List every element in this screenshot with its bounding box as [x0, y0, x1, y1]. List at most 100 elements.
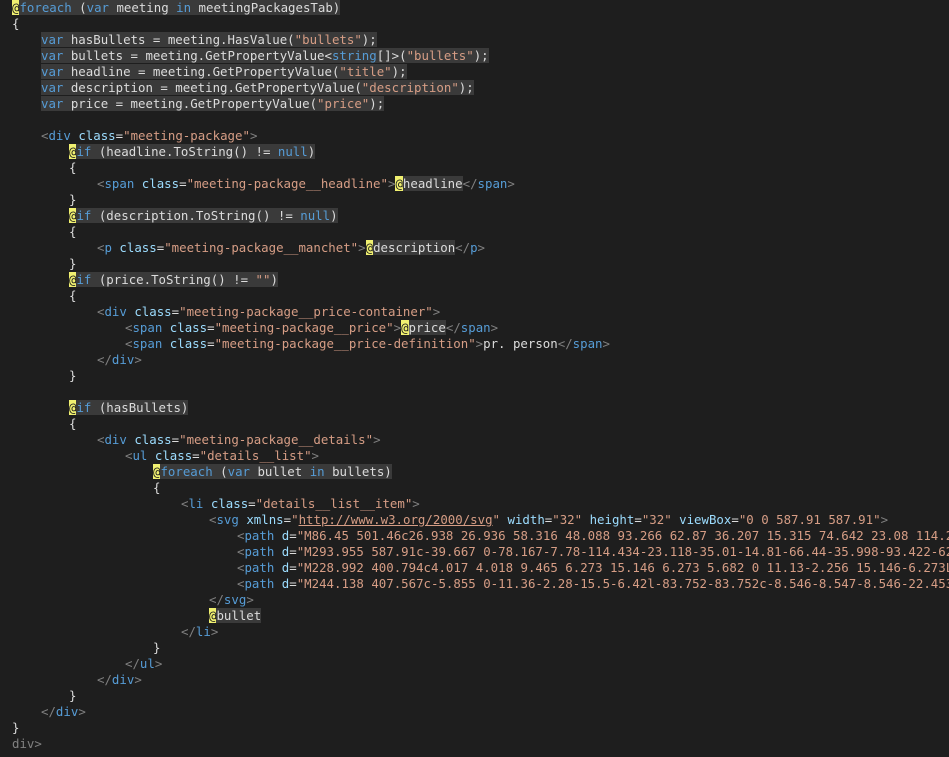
code-line[interactable]: }: [69, 192, 76, 208]
code-token: class: [134, 432, 172, 447]
code-line[interactable]: {: [69, 416, 76, 432]
code-token: =: [248, 496, 256, 511]
code-token: "meeting-package__price-definition": [214, 336, 476, 351]
code-token: "meeting-package__headline": [186, 176, 388, 191]
code-token: div: [104, 304, 127, 319]
code-token: span: [460, 320, 491, 335]
code-token: "meeting-package__manchet": [164, 240, 359, 255]
code-token: path: [244, 544, 275, 559]
code-token: =: [731, 512, 739, 527]
code-token: >: [249, 128, 258, 143]
code-line[interactable]: <path d="M86.45 501.46c26.938 26.936 58.…: [237, 528, 949, 544]
code-token: >: [373, 432, 381, 447]
code-line[interactable]: <span class="meeting-package__price">@pr…: [125, 320, 498, 336]
code-token: "bullets": [406, 48, 474, 63]
code-token: headline: [402, 176, 463, 191]
code-line[interactable]: <div class="meeting-package">: [41, 128, 257, 144]
code-line[interactable]: @if (hasBullets): [69, 400, 189, 416]
code-token: =: [289, 576, 297, 591]
code-token: {: [69, 288, 77, 303]
code-line[interactable]: </div>: [97, 352, 142, 368]
code-token: "M293.955 587.91c-39.667 0-78.167-7.78-1…: [296, 544, 949, 559]
code-line[interactable]: }: [69, 368, 76, 384]
code-line[interactable]: </ul>: [125, 656, 162, 672]
code-token: >: [134, 672, 142, 687]
code-token: li: [195, 624, 211, 639]
code-line[interactable]: var description = meeting.GetPropertyVal…: [41, 80, 474, 96]
code-editor[interactable]: @foreach (var meeting in meetingPackages…: [0, 0, 949, 757]
code-token: }: [69, 688, 77, 703]
code-line[interactable]: @bullet: [209, 608, 262, 624]
code-line[interactable]: div>: [12, 736, 42, 752]
code-token: span: [132, 336, 163, 351]
code-token: "": [255, 272, 271, 287]
code-token: (price.ToString() !=: [91, 272, 256, 287]
code-line[interactable]: {: [69, 160, 76, 176]
code-token: viewBox: [679, 512, 732, 527]
code-token: );: [361, 32, 377, 47]
code-line[interactable]: var price = meeting.GetPropertyValue("pr…: [41, 96, 385, 112]
code-line[interactable]: <p class="meeting-package__manchet">@des…: [97, 240, 485, 256]
code-token: []>(: [376, 48, 407, 63]
code-line[interactable]: </div>: [41, 704, 86, 720]
code-line[interactable]: {: [12, 16, 19, 32]
code-line[interactable]: @if (headline.ToString() != null): [69, 144, 316, 160]
code-line[interactable]: }: [69, 256, 76, 272]
code-line[interactable]: <div class="meeting-package__details">: [97, 432, 381, 448]
code-line[interactable]: @if (description.ToString() != null): [69, 208, 338, 224]
code-line[interactable]: @foreach (var meeting in meetingPackages…: [12, 0, 341, 16]
code-line[interactable]: {: [69, 224, 76, 240]
code-token: null: [277, 144, 308, 159]
code-line[interactable]: </svg>: [209, 592, 254, 608]
code-line[interactable]: var hasBullets = meeting.HasValue("bulle…: [41, 32, 377, 48]
code-token: >: [412, 496, 420, 511]
code-line[interactable]: <path d="M293.955 587.91c-39.667 0-78.16…: [237, 544, 949, 560]
code-line[interactable]: @if (price.ToString() != ""): [69, 272, 278, 288]
code-token: var: [41, 32, 64, 47]
code-line[interactable]: <span class="meeting-package__headline">…: [97, 176, 515, 192]
code-line[interactable]: @foreach (var bullet in bullets): [153, 464, 392, 480]
code-line[interactable]: }: [153, 640, 160, 656]
code-line[interactable]: <path d="M228.992 400.794c4.017 4.018 9.…: [237, 560, 949, 576]
code-line[interactable]: var bullets = meeting.GetPropertyValue<s…: [41, 48, 489, 64]
code-token: "M86.45 501.46c26.938 26.936 58.316 48.0…: [296, 528, 949, 543]
code-token: div: [48, 128, 71, 143]
code-line[interactable]: <svg xmlns="http://www.w3.org/2000/svg" …: [209, 512, 888, 528]
code-token: "meeting-package__details": [179, 432, 374, 447]
code-token: =: [289, 544, 297, 559]
code-line[interactable]: <div class="meeting-package__price-conta…: [97, 304, 440, 320]
code-token: >: [490, 320, 499, 335]
code-token: path: [244, 560, 275, 575]
code-token: description = meeting.GetPropertyValue(: [63, 80, 362, 95]
code-token: =: [634, 512, 642, 527]
code-line[interactable]: }: [12, 720, 19, 736]
code-line[interactable]: <path d="M244.138 407.567c-5.855 0-11.36…: [237, 576, 949, 592]
code-token: bullets): [324, 464, 392, 479]
code-line[interactable]: {: [153, 480, 160, 496]
code-token: string: [331, 48, 377, 63]
code-line[interactable]: <li class="details__list__item">: [181, 496, 420, 512]
code-token: bullets = meeting.GetPropertyValue<: [63, 48, 332, 63]
code-token: var: [41, 64, 64, 79]
code-line[interactable]: </div>: [97, 672, 142, 688]
code-line[interactable]: {: [69, 288, 76, 304]
code-token: </: [209, 592, 224, 607]
code-token: </: [41, 704, 56, 719]
code-line[interactable]: }: [69, 688, 76, 704]
code-token: =: [207, 320, 215, 335]
code-token: ul: [132, 448, 148, 463]
code-token: {: [69, 160, 77, 175]
code-token: svg: [216, 512, 239, 527]
code-line[interactable]: <ul class="details__list">: [125, 448, 319, 464]
code-line[interactable]: <span class="meeting-package__price-defi…: [125, 336, 610, 352]
code-token: foreach: [19, 0, 72, 15]
code-token: "meeting-package": [123, 128, 250, 143]
code-line[interactable]: </li>: [181, 624, 218, 640]
code-token: class: [210, 496, 249, 511]
code-token: =: [171, 432, 180, 447]
code-token: (description.ToString() !=: [91, 208, 301, 223]
code-line[interactable]: var headline = meeting.GetPropertyValue(…: [41, 64, 407, 80]
code-token: >: [475, 336, 484, 351]
code-token: "M228.992 400.794c4.017 4.018 9.465 6.27…: [296, 560, 949, 575]
